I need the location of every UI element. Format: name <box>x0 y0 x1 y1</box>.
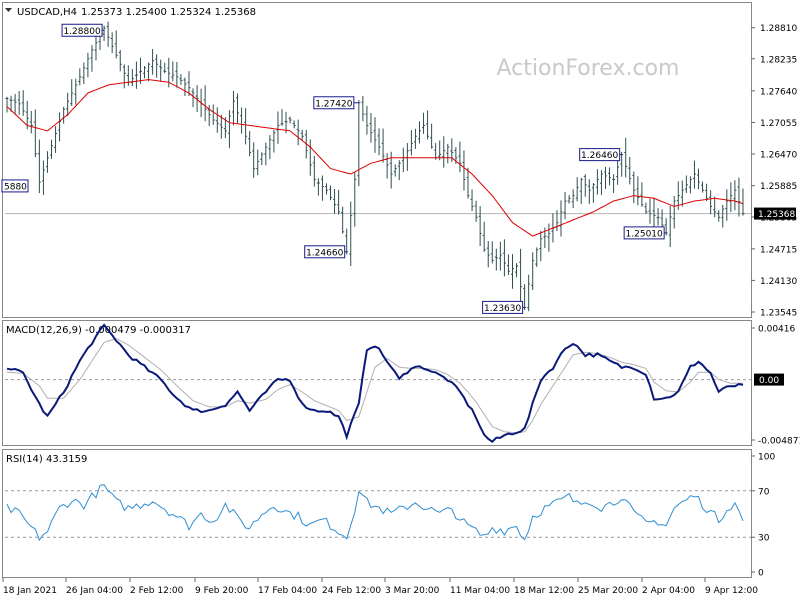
annotation-label: 1.27420 <box>315 99 352 109</box>
x-tick-label: 25 Mar 20:00 <box>578 586 638 596</box>
rsi-y-tick-label: 30 <box>758 534 770 544</box>
price-y-tick-label: 1.28235 <box>760 55 797 65</box>
rsi-y-tick-label: 0 <box>758 569 764 579</box>
x-tick-label: 18 Jan 2021 <box>3 586 57 596</box>
rsi-y-axis: 100 70 30 0 <box>751 453 775 579</box>
price-y-tick-label: 1.27055 <box>760 119 797 129</box>
x-tick-label: 11 Mar 04:00 <box>450 586 510 596</box>
rsi-title: RSI(14) 43.3159 <box>6 454 87 465</box>
rsi-y-tick-label: 70 <box>758 487 770 497</box>
price-y-tick-label: 1.25885 <box>760 182 797 192</box>
macd-y-axis: 0.00416 -0.004871 0.00 <box>751 325 800 447</box>
time-x-axis: 18 Jan 2021 26 Jan 04:00 2 Feb 12:00 9 Feb … <box>2 578 758 596</box>
usdcad-chart: ActionForex.com USDCAD,H4 1.25373 1.2540… <box>1 2 800 596</box>
price-y-tick-label: 1.27640 <box>760 87 797 97</box>
x-tick-label: 9 Feb 20:00 <box>195 586 249 596</box>
price-y-tick-label: 1.24130 <box>760 277 797 287</box>
price-y-tick-label: 1.23545 <box>760 309 797 319</box>
annotation-label: 1.26460 <box>581 151 618 161</box>
macd-y-tick-label: -0.004871 <box>758 437 800 447</box>
x-tick-label: 26 Jan 04:00 <box>66 586 123 596</box>
x-tick-label: 24 Feb 12:00 <box>322 586 381 596</box>
rsi-y-tick-label: 100 <box>758 453 775 463</box>
macd-y-tick-label: 0.00416 <box>758 325 795 335</box>
x-tick-label: 17 Feb 04:00 <box>258 586 317 596</box>
x-tick-label: 9 Apr 12:00 <box>705 586 758 596</box>
rsi-panel <box>2 449 752 578</box>
annotation-label: 1.24660 <box>306 248 343 258</box>
x-tick-label: 2 Feb 12:00 <box>130 586 184 596</box>
watermark: ActionForex.com <box>497 56 680 81</box>
annotation-label: 1.25010 <box>626 229 663 239</box>
price-y-tick-label: 1.28810 <box>760 24 797 34</box>
price-y-tick-label: 1.24715 <box>760 245 797 255</box>
x-tick-label: 18 Mar 12:00 <box>514 586 574 596</box>
x-tick-label: 2 Apr 04:00 <box>642 586 695 596</box>
chart-symbol: USDCAD,H4 <box>17 7 77 18</box>
x-tick-label: 3 Mar 20:00 <box>385 586 440 596</box>
chart-ohlc: 1.25373 1.25400 1.25324 1.25368 <box>81 7 256 18</box>
annotation-label: 1.23630 <box>484 304 521 314</box>
macd-zero-label: 0.00 <box>759 376 779 386</box>
price-panel <box>2 2 752 318</box>
current-price-label: 1.25368 <box>758 210 795 220</box>
price-y-tick-label: 1.26470 <box>760 151 797 161</box>
annotation-label: 1.28800 <box>63 27 100 37</box>
left-edge-price-label: 5880 <box>4 182 27 192</box>
